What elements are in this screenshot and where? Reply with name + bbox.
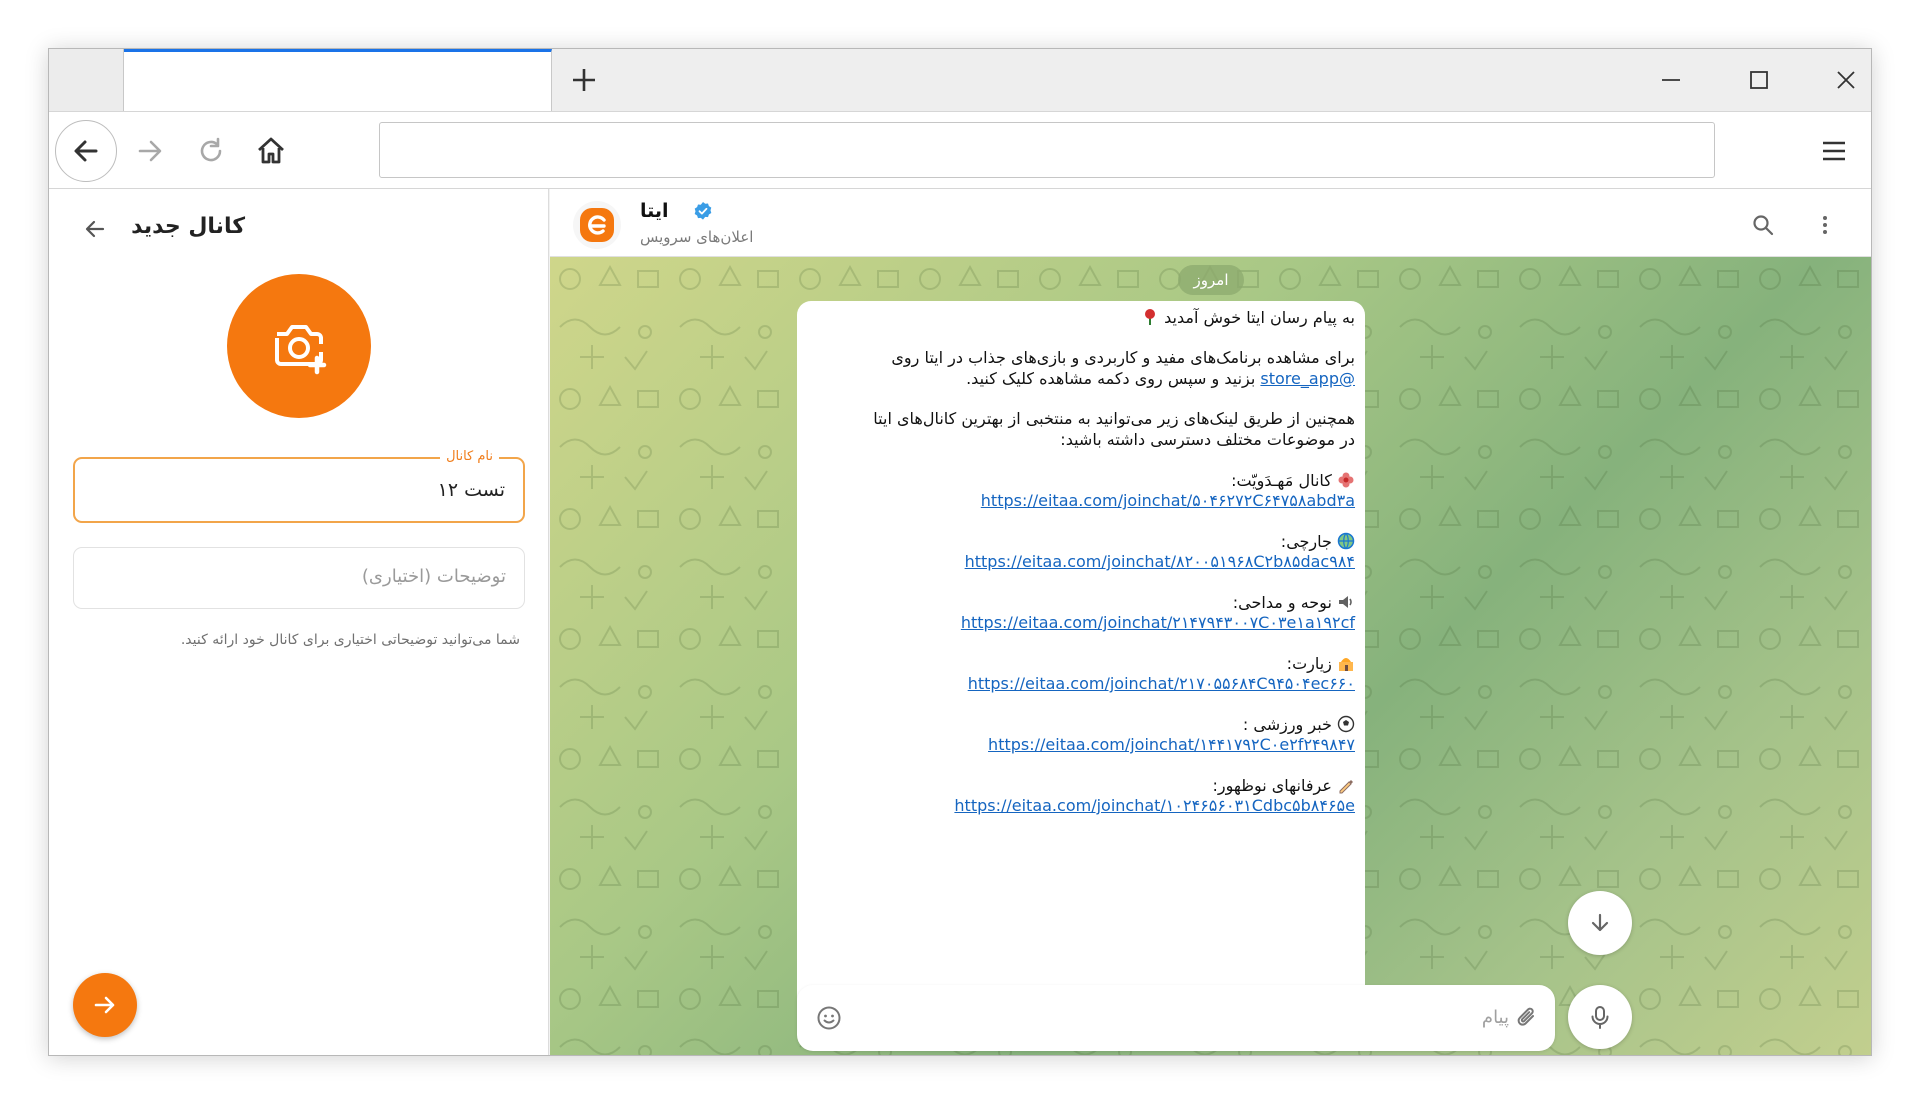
minimize-button[interactable] <box>1641 58 1701 102</box>
channel-name-value: تست ۱۲ <box>437 479 505 501</box>
verified-badge-icon <box>694 202 712 220</box>
tab-inactive[interactable] <box>49 49 124 111</box>
message-line: به پیام رسان ایتا خوش آمدید <box>1141 305 1355 330</box>
reload-icon <box>200 137 222 162</box>
rose-icon <box>1145 309 1156 325</box>
channel-avatar[interactable] <box>573 201 621 249</box>
arrow-down-icon <box>1591 913 1609 932</box>
new-channel-panel: کانال جدید نام کانال تست ۱۲ توضیحات (اخت… <box>49 189 549 1055</box>
plus-icon <box>573 69 595 91</box>
channel-item-link-row: https://eitaa.com/joinchat/۱۴۴۱۷۹۲C۰e۲f۲… <box>988 732 1355 757</box>
channel-item-link-row: https://eitaa.com/joinchat/۲۱۴۷۹۴۳۰۰۷C۰۳… <box>961 610 1355 635</box>
channel-item-link-row: https://eitaa.com/joinchat/۱۰۲۴۶۵۶۰۳۱Cdb… <box>954 793 1355 818</box>
globe-icon <box>1337 532 1355 550</box>
arrow-left-icon <box>74 140 98 162</box>
store-app-link[interactable]: @store_app <box>1260 369 1355 388</box>
chat-panel: ایتا اعلان‌های سرویس <box>550 189 1871 1055</box>
message-composer[interactable]: پیام <box>797 985 1555 1051</box>
chat-header[interactable]: ایتا اعلان‌های سرویس <box>550 189 1871 257</box>
message-input-placeholder[interactable]: پیام <box>1482 1003 1509 1033</box>
next-button[interactable] <box>73 973 137 1037</box>
channel-name-label: نام کانال <box>440 447 499 467</box>
more-vertical-icon <box>1823 216 1827 234</box>
back-button[interactable] <box>55 120 117 182</box>
shrine-icon <box>1339 658 1353 671</box>
forward-button[interactable] <box>119 120 181 182</box>
channel-join-link[interactable]: https://eitaa.com/joinchat/۲۱۴۷۹۴۳۰۰۷C۰۳… <box>961 613 1355 632</box>
channel-join-link[interactable]: https://eitaa.com/joinchat/۵۰۴۶۲۷۲C۶۴۷۵۸… <box>981 491 1355 510</box>
description-hint: شما می‌توانید توضیحاتی اختیاری برای کانا… <box>180 632 520 648</box>
speaker-icon <box>1339 596 1352 608</box>
reload-button[interactable] <box>180 120 242 182</box>
channel-join-link[interactable]: https://eitaa.com/joinchat/۱۴۴۱۷۹۲C۰e۲f۲… <box>988 735 1355 754</box>
channel-join-link[interactable]: https://eitaa.com/joinchat/۸۲۰۰۵۱۹۶۸C۲b۸… <box>965 552 1355 571</box>
soccer-ball-icon <box>1337 715 1355 733</box>
channel-name: ایتا <box>640 200 669 222</box>
channel-item-link-row: https://eitaa.com/joinchat/۸۲۰۰۵۱۹۶۸C۲b۸… <box>965 549 1355 574</box>
voice-record-button[interactable] <box>1568 985 1632 1049</box>
tab-active[interactable] <box>124 49 552 112</box>
channel-name-field[interactable]: نام کانال تست ۱۲ <box>73 447 525 523</box>
minimize-icon <box>1662 79 1680 81</box>
panel-back-button[interactable] <box>73 207 117 251</box>
attach-button[interactable] <box>1509 1000 1545 1036</box>
welcome-text: به پیام رسان ایتا خوش آمدید <box>1164 308 1355 327</box>
channel-item-link-row: https://eitaa.com/joinchat/۵۰۴۶۲۷۲C۶۴۷۵۸… <box>981 488 1355 513</box>
microphone-icon <box>1591 1006 1609 1029</box>
search-icon <box>1753 215 1774 236</box>
writing-hand-icon <box>1339 780 1353 794</box>
home-icon <box>258 137 284 164</box>
home-button[interactable] <box>240 120 302 182</box>
channel-item-link-row: https://eitaa.com/joinchat/۲۱۷۰۵۵۶۸۴C۹۴۵… <box>968 671 1355 696</box>
panel-title: کانال جدید <box>131 214 245 239</box>
tab-strip <box>49 49 1871 112</box>
address-bar[interactable] <box>379 122 1715 178</box>
message-line: در موضوعات مختلف دسترسی داشته باشید: <box>1060 430 1355 449</box>
date-chip: امروز <box>1178 265 1244 295</box>
channel-join-link[interactable]: https://eitaa.com/joinchat/۲۱۷۰۵۵۶۸۴C۹۴۵… <box>968 674 1355 693</box>
message-line: @store_app بزنید و سپس روی دکمه مشاهده ک… <box>966 366 1355 391</box>
scroll-to-bottom-button[interactable] <box>1568 891 1632 955</box>
message-bubble: به پیام رسان ایتا خوش آمدید برای مشاهده … <box>797 301 1365 1017</box>
maximize-icon <box>1750 71 1768 89</box>
smiley-icon <box>817 1006 841 1030</box>
close-window-button[interactable] <box>1816 58 1871 102</box>
arrow-right-icon <box>138 140 162 162</box>
browser-toolbar <box>49 111 1871 189</box>
channel-subtitle: اعلان‌های سرویس <box>640 228 754 246</box>
add-photo-icon <box>275 325 327 375</box>
page-content: کانال جدید نام کانال تست ۱۲ توضیحات (اخت… <box>49 189 1871 1055</box>
browser-menu-button[interactable] <box>1803 120 1865 182</box>
close-icon <box>1837 71 1855 89</box>
arrow-right-icon <box>94 996 115 1014</box>
arrow-left-icon <box>85 220 105 238</box>
message-text: بزنید و سپس روی دکمه مشاهده کلیک کنید. <box>966 369 1256 388</box>
new-tab-button[interactable] <box>562 58 606 102</box>
channel-description-placeholder: توضیحات (اختیاری) <box>361 566 506 587</box>
channel-description-field[interactable]: توضیحات (اختیاری) <box>73 547 525 609</box>
eitaa-logo-icon <box>580 208 614 242</box>
flower-icon <box>1338 472 1354 488</box>
chat-background: امروز به پیام رسان ایتا خوش آمدید برای م… <box>550 257 1871 1055</box>
channel-photo-button[interactable] <box>227 274 371 418</box>
chat-more-button[interactable] <box>1807 207 1843 243</box>
browser-window: کانال جدید نام کانال تست ۱۲ توضیحات (اخت… <box>48 48 1872 1056</box>
channel-join-link[interactable]: https://eitaa.com/joinchat/۱۰۲۴۶۵۶۰۳۱Cdb… <box>954 796 1355 815</box>
hamburger-menu-icon <box>1823 141 1845 161</box>
emoji-button[interactable] <box>811 1000 847 1036</box>
maximize-button[interactable] <box>1729 58 1789 102</box>
chat-search-button[interactable] <box>1745 207 1781 243</box>
paperclip-icon <box>1517 1007 1534 1026</box>
